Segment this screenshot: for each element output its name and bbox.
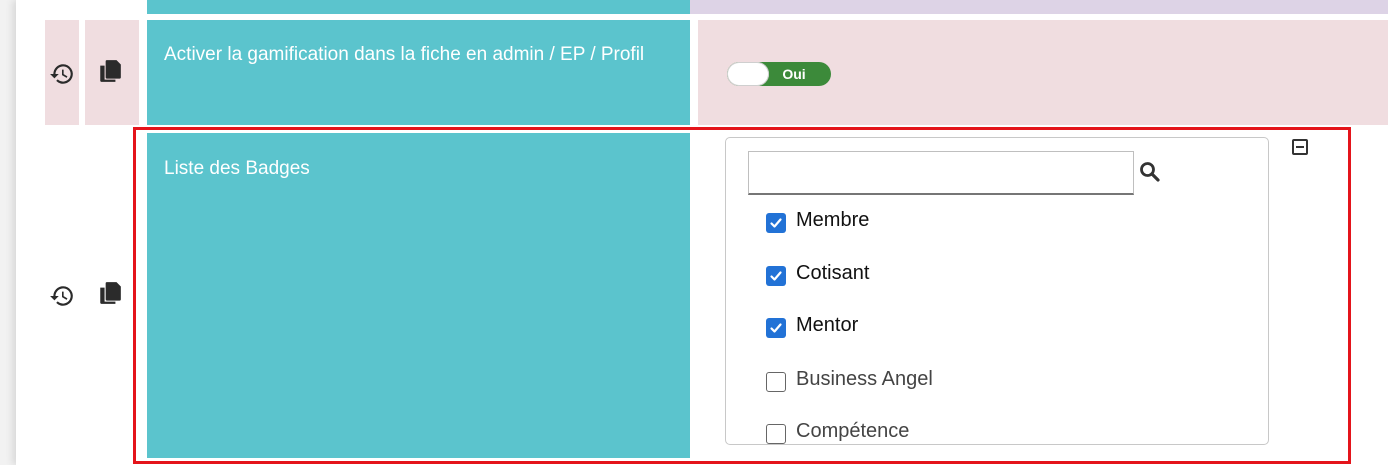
previous-row-value-cell: [690, 0, 1388, 14]
history-icon[interactable]: [49, 283, 75, 309]
gamification-toggle[interactable]: Oui: [727, 62, 831, 86]
copy-icon[interactable]: [97, 58, 123, 84]
toggle-text: Oui: [782, 66, 806, 82]
history-icon[interactable]: [49, 61, 75, 87]
row-gamification-label: Activer la gamification dans la fiche en…: [164, 44, 645, 65]
previous-row-label-cell: [147, 0, 690, 14]
toggle-knob: [727, 62, 769, 86]
copy-icon[interactable]: [97, 280, 123, 306]
row-gamification-label-cell: [147, 20, 690, 125]
highlight-frame: [133, 127, 1351, 464]
